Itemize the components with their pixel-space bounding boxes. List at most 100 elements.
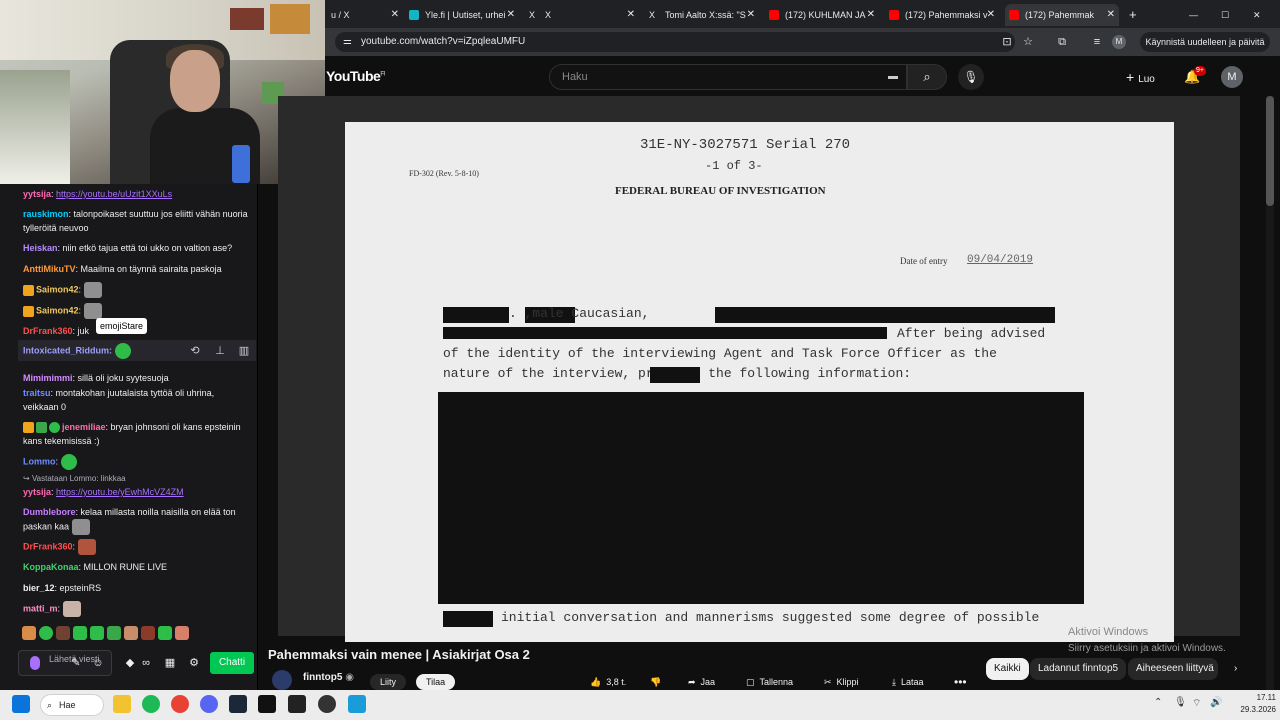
star-icon[interactable]: ☆ (1019, 32, 1037, 52)
taskbar-search[interactable]: ⌕ Hae (40, 694, 104, 716)
cat-emote-icon[interactable] (83, 282, 102, 298)
cat-emote-icon[interactable] (83, 303, 102, 319)
browser-tab[interactable]: Yle.fi | Uutiset, urhei ✕ (405, 4, 519, 26)
close-window-icon[interactable]: ✕ (1251, 4, 1267, 26)
tray-chevron-icon[interactable]: ⌃ (1154, 697, 1162, 708)
gift-icon[interactable]: ▦ (162, 656, 178, 670)
magic-icon[interactable]: ✎ (68, 656, 84, 670)
windows-start-icon[interactable] (12, 695, 30, 713)
emote-icon[interactable] (175, 626, 189, 640)
extensions-icon[interactable]: ⧉ (1053, 32, 1071, 52)
chat-link[interactable]: https://youtu.be/yEwhMcVZ4ZM (56, 487, 184, 497)
face-emote-icon[interactable] (77, 539, 96, 555)
emote-icon[interactable] (22, 626, 36, 640)
emote-icon[interactable] (124, 626, 138, 640)
browser-tab[interactable]: X X ✕ (525, 4, 639, 26)
maximize-icon[interactable]: ☐ (1219, 4, 1235, 26)
wifi-icon[interactable]: ⌔ (1192, 697, 1201, 710)
discord-icon[interactable] (200, 695, 218, 713)
create-button[interactable]: + Luo (1126, 66, 1155, 88)
browser-tab[interactable]: (172) KUHLMAN JA ✕ (765, 4, 879, 26)
close-tab-icon[interactable]: ✕ (627, 4, 635, 26)
green-emote-icon[interactable] (114, 343, 131, 359)
keyboard-icon[interactable]: ▬ (888, 65, 898, 89)
volume-icon[interactable]: 🔊 (1210, 697, 1222, 708)
delete-icon[interactable]: ▥ (237, 344, 251, 358)
browser-tab[interactable]: (172) Pahemmaksi v ✕ (885, 4, 999, 26)
browser-tab[interactable]: u / X ✕ (325, 4, 403, 26)
close-tab-icon[interactable]: ✕ (391, 4, 399, 26)
search-icon[interactable]: ⌕ (907, 64, 947, 90)
emote-icon[interactable] (90, 626, 104, 640)
chip-all[interactable]: Kaikki (986, 658, 1029, 680)
cat-emote-icon[interactable] (62, 601, 81, 617)
more-icon[interactable]: ••• (954, 674, 967, 690)
verified-icon: ◉ (345, 672, 354, 683)
download-button[interactable]: ⤓ Lataa (892, 674, 924, 690)
chevron-right-icon[interactable]: › (1226, 658, 1245, 680)
emote-icon[interactable] (56, 626, 70, 640)
emote-icon[interactable] (107, 626, 121, 640)
youtube-icon (889, 10, 899, 20)
profile-avatar[interactable]: M (1112, 35, 1126, 49)
doc-line: initial conversation and mannerisms sugg… (501, 610, 1040, 625)
like-button[interactable]: 👍 3,8 t. (590, 674, 626, 690)
close-tab-icon[interactable]: ✕ (1107, 4, 1115, 26)
mic-tray-icon[interactable]: 🎙 (1174, 697, 1187, 708)
close-tab-icon[interactable]: ✕ (507, 4, 515, 26)
emoji-icon[interactable]: ☺ (90, 656, 106, 670)
x-app-icon[interactable] (258, 695, 276, 713)
mic-icon[interactable] (30, 656, 40, 670)
media-controls-icon[interactable]: ≡ (1088, 32, 1106, 52)
chip-uploader[interactable]: Ladannut finntop5 (1030, 658, 1127, 680)
emote-icon[interactable] (141, 626, 155, 640)
file-explorer-icon[interactable] (113, 695, 131, 713)
new-tab-button[interactable]: + (1125, 4, 1145, 26)
join-button[interactable]: Liity (370, 674, 407, 690)
emote-icon[interactable] (158, 626, 172, 640)
chrome-icon[interactable] (171, 695, 189, 713)
infinity-icon[interactable]: ∞ (138, 656, 154, 670)
browser-tab-active[interactable]: (172) Pahemmak ✕ (1005, 4, 1119, 26)
send-chat-button[interactable]: Chatti (210, 652, 254, 674)
browser-tab[interactable]: X Tomi Aalto X:ssä: "S ✕ (645, 4, 759, 26)
relaunch-button[interactable]: Käynnistä uudelleen ja päivitä (1140, 32, 1270, 52)
bits-icon[interactable]: ◆ (122, 656, 138, 670)
gear-icon[interactable]: ⚙ (186, 656, 202, 670)
emote-icon[interactable] (73, 626, 87, 640)
taskbar-clock[interactable]: 17.11 29.3.2026 (1232, 692, 1276, 716)
voice-search-icon[interactable]: 🎙 (958, 64, 984, 90)
steam-icon[interactable] (229, 695, 247, 713)
green-emote-icon[interactable] (60, 454, 77, 470)
doc-line: . ,male Caucasian, (509, 306, 650, 321)
notepad-icon[interactable] (348, 695, 366, 713)
cat-emote-icon[interactable] (71, 519, 90, 535)
search-input[interactable]: Haku ▬ (549, 64, 907, 90)
minimize-icon[interactable]: — (1187, 4, 1203, 26)
close-tab-icon[interactable]: ✕ (987, 4, 995, 26)
site-info-icon[interactable]: ⚌ (343, 32, 352, 52)
emote-icon[interactable] (39, 626, 53, 640)
install-icon[interactable]: ⊡ (998, 32, 1016, 52)
chat-message-hover-row[interactable]: Intoxicated_Riddum: ⟲ ⊥ ▥ (18, 340, 256, 361)
close-tab-icon[interactable]: ✕ (867, 4, 875, 26)
avatar[interactable]: M (1221, 66, 1243, 88)
chat-link[interactable]: https://youtu.be/uUzit1XXuLs (56, 189, 172, 199)
spotify-icon[interactable] (142, 695, 160, 713)
obs-icon[interactable] (318, 695, 336, 713)
youtube-logo[interactable]: YouTubeFI (326, 68, 385, 84)
channel-name[interactable]: finntop5 ◉ (303, 672, 354, 683)
reply-icon[interactable]: ⟲ (188, 344, 202, 358)
address-bar[interactable]: ⚌ youtube.com/watch?v=iZpqleaUMFU (335, 32, 1015, 52)
share-button[interactable]: ➦ Jaa (688, 674, 715, 690)
save-button[interactable]: ▢ Tallenna (746, 674, 793, 690)
subscribe-button[interactable]: Tilaa (416, 674, 456, 690)
app-icon[interactable] (288, 695, 306, 713)
channel-avatar[interactable] (272, 670, 292, 690)
dislike-button[interactable]: 👎 (650, 674, 666, 690)
scrollbar-thumb[interactable] (1266, 96, 1274, 206)
close-tab-icon[interactable]: ✕ (747, 4, 755, 26)
chip-related[interactable]: Aiheeseen liittyvä (1128, 658, 1218, 680)
pin-icon[interactable]: ⊥ (213, 344, 227, 358)
clip-button[interactable]: ✂ Klippi (824, 674, 859, 690)
